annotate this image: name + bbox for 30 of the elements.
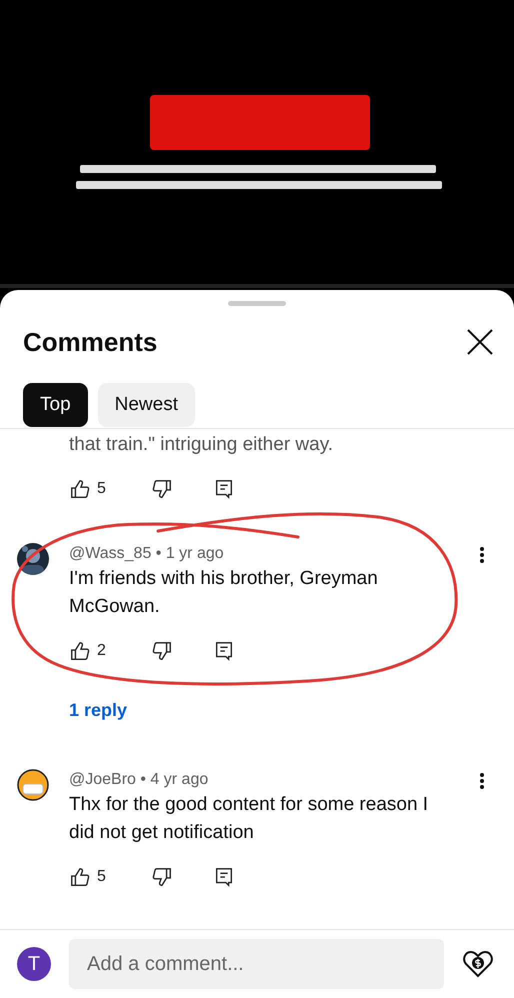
comment-meta: @Wass_85 • 1 yr ago bbox=[69, 544, 225, 564]
like-count: 5 bbox=[97, 480, 106, 498]
drag-handle[interactable] bbox=[228, 301, 286, 306]
panel-title: Comments bbox=[23, 326, 158, 358]
more-icon bbox=[480, 546, 484, 564]
reply-icon[interactable] bbox=[213, 640, 235, 662]
comment-text: Thx for the good content for some reason I did not get notification bbox=[69, 793, 430, 845]
comment-text: I'm friends with his brother, Greyman McGowan. bbox=[69, 567, 379, 619]
comment-text: that train." intriguing either way. bbox=[69, 433, 334, 457]
like-count: 5 bbox=[97, 868, 106, 886]
comment-field[interactable]: Add a comment... bbox=[69, 939, 444, 989]
more-icon bbox=[480, 772, 484, 790]
close-button[interactable] bbox=[466, 328, 494, 356]
comment-meta: @JoeBro • 4 yr ago bbox=[69, 770, 210, 790]
avatar-icon bbox=[17, 769, 49, 801]
filter-chip[interactable]: Newest bbox=[98, 383, 195, 427]
reply-icon[interactable] bbox=[213, 866, 235, 888]
thumbs-up-icon[interactable] bbox=[69, 478, 91, 500]
reply-icon[interactable] bbox=[213, 478, 235, 500]
thumbs-down-icon[interactable] bbox=[151, 478, 173, 500]
like-count: 2 bbox=[97, 642, 106, 660]
replies-link[interactable]: 1 reply bbox=[69, 700, 454, 721]
user-avatar: T bbox=[17, 947, 51, 981]
thumbs-up-icon[interactable] bbox=[69, 640, 91, 662]
thumbs-down-icon[interactable] bbox=[151, 640, 173, 662]
close-icon bbox=[466, 328, 494, 356]
thumbs-up-icon[interactable] bbox=[69, 866, 91, 888]
filter-chip[interactable]: Top bbox=[23, 383, 88, 427]
thumbs-down-icon[interactable] bbox=[151, 866, 173, 888]
heart-dollar-icon[interactable] bbox=[462, 948, 494, 980]
